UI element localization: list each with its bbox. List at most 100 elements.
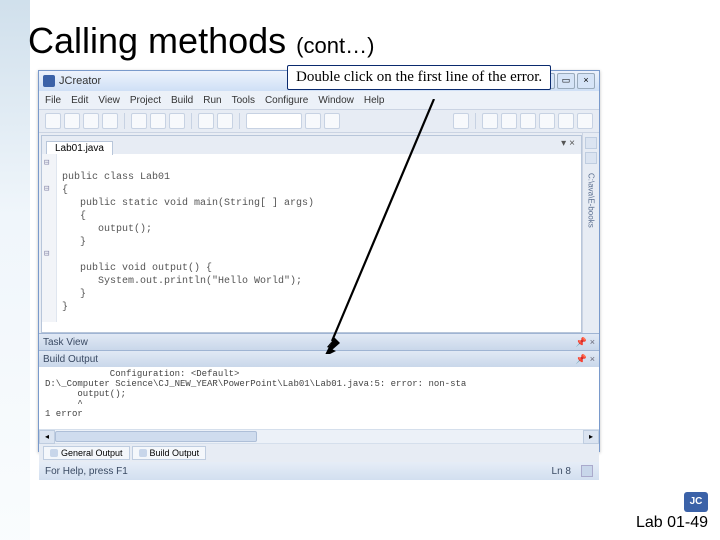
panel-close-icon[interactable]: × xyxy=(590,337,595,348)
title-main: Calling methods xyxy=(28,20,286,61)
tb-icon[interactable] xyxy=(558,113,574,129)
tab-menu-icon[interactable]: ▾ xyxy=(561,138,566,149)
side-button[interactable] xyxy=(585,137,597,149)
tb-icon[interactable] xyxy=(577,113,593,129)
tab-label: Build Output xyxy=(150,448,200,458)
tab-general-output[interactable]: General Output xyxy=(43,446,130,460)
menu-view[interactable]: View xyxy=(98,95,120,106)
code-line: public static void main(String[ ] args) xyxy=(62,198,314,209)
scroll-right-icon[interactable]: ▸ xyxy=(583,430,599,444)
close-button[interactable]: × xyxy=(577,73,595,89)
app-title: JCreator xyxy=(59,75,101,87)
scroll-thumb[interactable] xyxy=(55,431,257,442)
code-line: output(); xyxy=(62,224,152,235)
sep xyxy=(191,113,192,129)
panel-close-icon[interactable]: × xyxy=(590,354,595,365)
build-output-header[interactable]: Build Output 📌× xyxy=(39,351,599,367)
build-icon[interactable] xyxy=(305,113,321,129)
menu-configure[interactable]: Configure xyxy=(265,95,308,106)
code-line: public void output() { xyxy=(62,263,212,274)
task-view-header[interactable]: Task View 📌× xyxy=(39,334,599,350)
status-bar: For Help, press F1 Ln 8 xyxy=(39,462,599,480)
menu-file[interactable]: File xyxy=(45,95,61,106)
tab-icon xyxy=(50,449,58,457)
scroll-left-icon[interactable]: ◂ xyxy=(39,430,55,444)
menu-bar: File Edit View Project Build Run Tools C… xyxy=(39,91,599,110)
tab-icon xyxy=(139,449,147,457)
side-panel: C:\ava\E-books xyxy=(582,133,599,333)
page-title: Calling methods (cont…) xyxy=(28,20,692,62)
tb-icon[interactable] xyxy=(520,113,536,129)
bottom-tabstrip: General Output Build Output xyxy=(39,443,599,462)
callout-box: Double click on the first line of the er… xyxy=(287,65,551,90)
screenshot-window: Double click on the first line of the er… xyxy=(38,70,600,452)
tb-icon[interactable] xyxy=(482,113,498,129)
new-icon[interactable] xyxy=(45,113,61,129)
sep xyxy=(239,113,240,129)
cut-icon[interactable] xyxy=(131,113,147,129)
slide-content: Calling methods (cont…) Double click on … xyxy=(0,0,720,540)
fold-icon[interactable]: ⊟ xyxy=(44,157,49,170)
saveall-icon[interactable] xyxy=(102,113,118,129)
tab-controls: ▾ × xyxy=(561,138,575,149)
build-output-label: Build Output xyxy=(43,354,98,365)
title-cont: (cont…) xyxy=(296,33,374,58)
workspace: Lab01.java ▾ × ⊟ ⊟ ⊟ public class Lab01 … xyxy=(39,133,599,333)
config-dropdown[interactable] xyxy=(246,113,302,129)
code-line: } xyxy=(62,237,86,248)
code-editor[interactable]: Lab01.java ▾ × ⊟ ⊟ ⊟ public class Lab01 … xyxy=(41,135,582,333)
maximize-button[interactable]: ▭ xyxy=(557,73,575,89)
run-icon[interactable] xyxy=(324,113,340,129)
pin-icon[interactable]: 📌 xyxy=(576,354,587,365)
open-icon[interactable] xyxy=(64,113,80,129)
build-output-panel: Build Output 📌× Configuration: <Default>… xyxy=(39,350,599,443)
editor-tabstrip: Lab01.java ▾ × xyxy=(42,136,581,154)
save-icon[interactable] xyxy=(83,113,99,129)
sep xyxy=(124,113,125,129)
tab-close-icon[interactable]: × xyxy=(569,138,575,149)
h-scrollbar[interactable]: ◂ ▸ xyxy=(39,429,599,443)
task-view-label: Task View xyxy=(43,337,88,348)
fold-icon[interactable]: ⊟ xyxy=(44,248,49,261)
find-icon[interactable] xyxy=(453,113,469,129)
status-help: For Help, press F1 xyxy=(45,466,128,477)
task-view-panel: Task View 📌× xyxy=(39,333,599,350)
menu-help[interactable]: Help xyxy=(364,95,385,106)
paste-icon[interactable] xyxy=(169,113,185,129)
menu-tools[interactable]: Tools xyxy=(232,95,255,106)
redo-icon[interactable] xyxy=(217,113,233,129)
code-line: } xyxy=(62,302,68,313)
side-button[interactable] xyxy=(585,152,597,164)
build-output-body[interactable]: Configuration: <Default> D:\_Computer Sc… xyxy=(39,367,599,429)
code-line: { xyxy=(62,211,86,222)
toolbar xyxy=(39,110,599,133)
status-icon xyxy=(581,465,593,477)
gutter: ⊟ ⊟ ⊟ xyxy=(42,154,57,322)
slide-footer: JC Lab 01-49 xyxy=(636,491,708,532)
tab-label: General Output xyxy=(61,448,123,458)
code-line: } xyxy=(62,289,86,300)
code-line: public class Lab01 xyxy=(62,172,170,183)
tab-build-output[interactable]: Build Output xyxy=(132,446,207,460)
code-area[interactable]: ⊟ ⊟ ⊟ public class Lab01 { public static… xyxy=(42,154,581,322)
menu-edit[interactable]: Edit xyxy=(71,95,88,106)
tb-icon[interactable] xyxy=(539,113,555,129)
code-line: { xyxy=(62,185,68,196)
status-line: Ln 8 xyxy=(552,466,571,477)
sep xyxy=(475,113,476,129)
app-icon xyxy=(43,75,55,87)
side-label: C:\ava\E-books xyxy=(587,173,596,228)
pin-icon[interactable]: 📌 xyxy=(576,337,587,348)
menu-run[interactable]: Run xyxy=(203,95,221,106)
fold-icon[interactable]: ⊟ xyxy=(44,183,49,196)
file-tab[interactable]: Lab01.java xyxy=(46,141,113,155)
tb-icon[interactable] xyxy=(501,113,517,129)
menu-build[interactable]: Build xyxy=(171,95,193,106)
jc-logo: JC xyxy=(684,492,708,512)
copy-icon[interactable] xyxy=(150,113,166,129)
footer-text: Lab 01-49 xyxy=(636,514,708,531)
menu-project[interactable]: Project xyxy=(130,95,161,106)
code-line: System.out.println("Hello World"); xyxy=(62,276,302,287)
undo-icon[interactable] xyxy=(198,113,214,129)
menu-window[interactable]: Window xyxy=(318,95,354,106)
